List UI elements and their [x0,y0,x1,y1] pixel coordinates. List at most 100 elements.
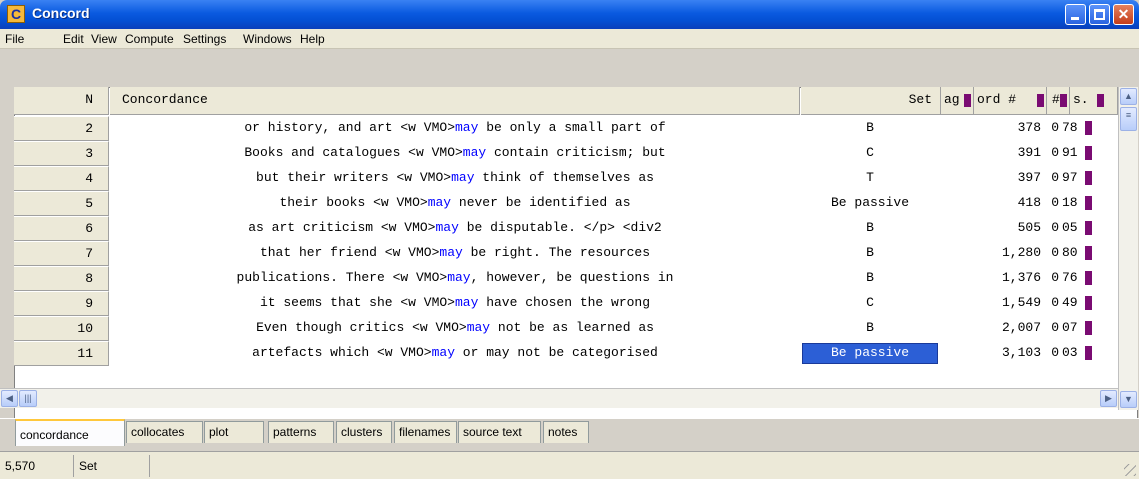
concordance-line[interactable]: as art criticism <w VMO>may be disputabl… [110,216,800,241]
row-number[interactable]: 9 [14,291,109,316]
grip-icon: ||| [24,393,32,403]
scroll-left-button[interactable]: ◀ [1,390,18,407]
vertical-scrollbar[interactable]: ▲ ≡ ▼ [1118,87,1138,410]
set-cell[interactable]: Be passive [802,343,938,364]
chevron-left-icon: ◀ [6,393,13,403]
resize-grip-icon[interactable] [1124,464,1136,476]
word-number: 505 [1017,220,1041,235]
tab-plot[interactable]: plot [204,421,264,443]
row-number[interactable]: 8 [14,266,109,291]
tab-filenames[interactable]: filenames [394,421,457,443]
hash-value: 0 [1051,245,1059,260]
concordance-line[interactable]: Books and catalogues <w VMO>may contain … [110,141,800,166]
row-number[interactable]: 10 [14,316,109,341]
percent-value: 07 [1062,320,1078,335]
tab-clusters[interactable]: clusters [336,421,392,443]
word-number: 391 [1017,145,1041,160]
menu-edit[interactable]: Edit [63,32,84,46]
concordance-line[interactable]: it seems that she <w VMO>may have chosen… [110,291,800,316]
left-context: Even though critics <w VMO> [256,320,467,335]
column-header-n[interactable]: N [14,87,109,115]
position-bar [1085,246,1092,260]
hash-value: 0 [1051,220,1059,235]
position-bar [1085,321,1092,335]
row-number[interactable]: 7 [14,241,109,266]
set-cell[interactable]: C [800,141,940,166]
column-header-s[interactable]: s. [1070,87,1118,115]
menu-settings[interactable]: Settings [183,32,226,46]
set-cell[interactable]: T [800,166,940,191]
row-number[interactable]: 11 [14,341,109,366]
table-row[interactable]: 10 Even though critics <w VMO>may not be … [14,316,1124,341]
table-row[interactable]: 11 artefacts which <w VMO>may or may not … [14,341,1124,366]
hash-value: 0 [1051,120,1059,135]
set-cell[interactable]: B [800,216,940,241]
table-row[interactable]: 9 it seems that she <w VMO>may have chose… [14,291,1124,316]
scroll-down-button[interactable]: ▼ [1120,391,1137,408]
table-row[interactable]: 2 or history, and art <w VMO>may be only … [14,116,1124,141]
scroll-right-button[interactable]: ▶ [1100,390,1117,407]
menu-bar: File Edit View Compute Settings Windows … [0,29,1139,49]
close-button[interactable]: ✕ [1113,4,1134,25]
menu-file[interactable]: File [5,32,24,46]
row-number[interactable]: 3 [14,141,109,166]
title-bar[interactable]: C Concord ✕ [0,0,1139,29]
table-row[interactable]: 4 but their writers <w VMO>may think of t… [14,166,1124,191]
word-number: 418 [1017,195,1041,210]
tab-source-text[interactable]: source text [458,421,541,443]
concordance-line[interactable]: artefacts which <w VMO>may or may not be… [110,341,800,366]
set-cell[interactable]: B [800,316,940,341]
right-context: have chosen the wrong [478,295,651,310]
position-bar [1085,346,1092,360]
right-context: or may not be categorised [455,345,658,360]
set-cell[interactable]: B [800,116,940,141]
hash-value: 0 [1051,320,1059,335]
table-row[interactable]: 7 that her friend <w VMO>may be right. Th… [14,241,1124,266]
column-header-word[interactable]: ord # [974,87,1047,115]
tab-patterns[interactable]: patterns [268,421,334,443]
table-row[interactable]: 3 Books and catalogues <w VMO>may contain… [14,141,1124,166]
left-context: publications. There <w VMO> [236,270,448,285]
hash-value: 0 [1051,345,1059,360]
menu-view[interactable]: View [91,32,117,46]
tab-collocates[interactable]: collocates [126,421,203,443]
row-number[interactable]: 5 [14,191,109,216]
concordance-line[interactable]: that her friend <w VMO>may be right. The… [110,241,800,266]
percent-value: 03 [1062,345,1078,360]
left-context: as art criticism <w VMO> [248,220,436,235]
menu-help[interactable]: Help [300,32,325,46]
concordance-line[interactable]: their books <w VMO>may never be identifi… [110,191,800,216]
hash-value: 0 [1051,145,1059,160]
menu-windows[interactable]: Windows [243,32,292,46]
row-number[interactable]: 6 [14,216,109,241]
minimize-button[interactable] [1065,4,1086,25]
row-number[interactable]: 2 [14,116,109,141]
set-cell[interactable]: B [800,241,940,266]
concordance-line[interactable]: Even though critics <w VMO>may not be as… [110,316,800,341]
horizontal-scrollbar[interactable]: ◀ ||| ▶ [0,388,1118,408]
set-cell[interactable]: C [800,291,940,316]
left-context: Books and catalogues <w VMO> [244,145,463,160]
column-header-concordance[interactable]: Concordance [110,87,800,115]
set-cell[interactable]: Be passive [800,191,940,216]
concordance-line[interactable]: but their writers <w VMO>may think of th… [110,166,800,191]
horizontal-scroll-thumb[interactable]: ||| [19,390,37,407]
column-header-set[interactable]: Set [801,87,941,115]
column-header-hash[interactable]: # [1047,87,1070,115]
hash-value: 0 [1051,270,1059,285]
table-row[interactable]: 5 their books <w VMO>may never be identif… [14,191,1124,216]
menu-compute[interactable]: Compute [125,32,174,46]
tab-concordance[interactable]: concordance [15,419,125,446]
left-context: that her friend <w VMO> [259,245,440,260]
concordance-line[interactable]: or history, and art <w VMO>may be only a… [110,116,800,141]
concordance-line[interactable]: publications. There <w VMO>may, however,… [110,266,800,291]
set-cell[interactable]: B [800,266,940,291]
table-row[interactable]: 6 as art criticism <w VMO>may be disputab… [14,216,1124,241]
maximize-button[interactable] [1089,4,1110,25]
row-number[interactable]: 4 [14,166,109,191]
column-header-tag[interactable]: ag [941,87,974,115]
scroll-up-button[interactable]: ▲ [1120,88,1137,105]
scroll-thumb[interactable]: ≡ [1120,107,1137,131]
table-row[interactable]: 8 publications. There <w VMO>may, however… [14,266,1124,291]
tab-notes[interactable]: notes [543,421,589,443]
